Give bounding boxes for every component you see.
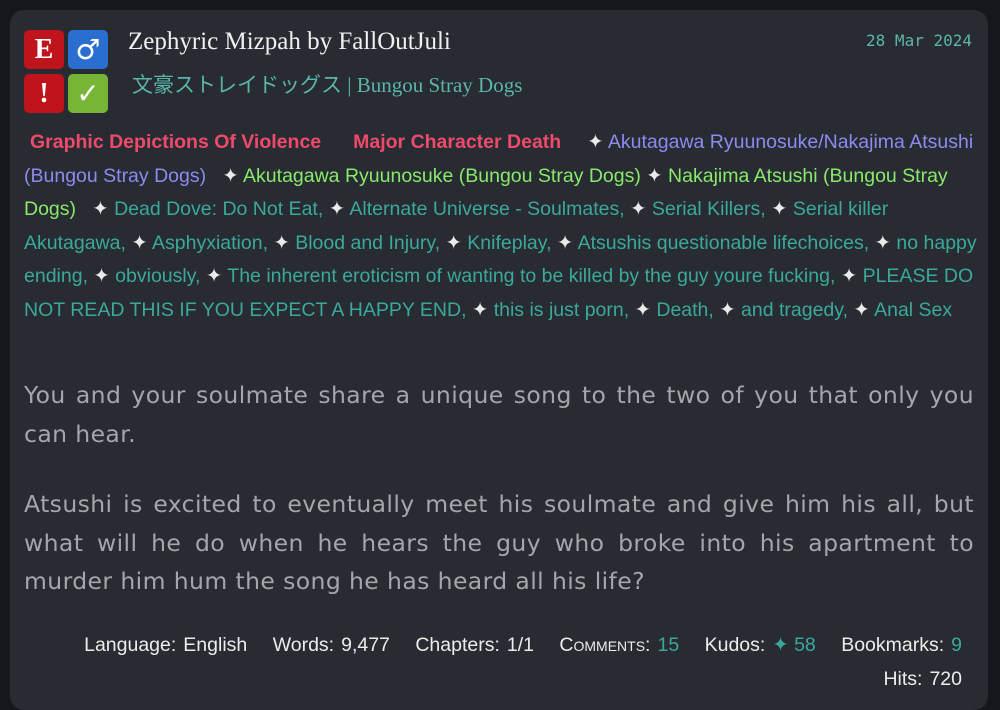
- kudos-link[interactable]: ✦ 58: [772, 634, 815, 656]
- star-icon: ✦: [273, 231, 290, 254]
- star-icon: ✦: [840, 265, 858, 287]
- tag-separator: ,: [262, 231, 269, 254]
- star-icon: ✦: [328, 198, 346, 220]
- stat-label: Words:: [272, 634, 335, 656]
- stat-value: 720: [929, 668, 962, 690]
- freeform-tag[interactable]: Asphyxiation: [152, 232, 263, 254]
- stat-value: 9,477: [341, 634, 390, 656]
- summary-paragraph: You and your soulmate share a unique son…: [24, 381, 974, 448]
- star-icon: ✦: [92, 198, 109, 220]
- stat-label: Kudos:: [704, 634, 766, 656]
- stat-label: Hits:: [883, 668, 923, 690]
- star-icon: ✦: [471, 298, 489, 321]
- freeform-tag[interactable]: Serial Killers: [652, 198, 760, 220]
- tag-separator: ,: [546, 231, 552, 254]
- summary-paragraph: Atsushi is excited to eventually meet hi…: [24, 490, 974, 595]
- tag-separator: ,: [195, 265, 201, 287]
- published-date: 28 Mar 2024: [866, 31, 972, 50]
- required-tags: E ♂ ! ✓: [24, 30, 110, 116]
- freeform-tag[interactable]: Atsushis questionable lifechoices: [578, 232, 864, 254]
- star-icon: ✦: [93, 265, 110, 287]
- tag-separator: ,: [842, 298, 848, 321]
- star-icon: ✦: [587, 131, 604, 153]
- rating-explicit-icon[interactable]: E: [24, 30, 64, 69]
- stat-comments: Comments: 15: [559, 628, 679, 662]
- star-icon: ✦: [222, 164, 239, 187]
- star-icon: ✦: [771, 198, 788, 220]
- stat-chapters: Chapters: 1/1: [415, 628, 534, 662]
- star-icon: ✦: [853, 298, 870, 321]
- warning-tag[interactable]: Graphic Depictions Of Violence: [30, 131, 321, 153]
- star-icon: ✦: [874, 231, 891, 254]
- comments-link[interactable]: 15: [657, 634, 679, 656]
- star-icon: ✦: [634, 298, 651, 321]
- freeform-tag[interactable]: Blood and Injury: [295, 232, 434, 254]
- tag-separator: ,: [434, 231, 441, 254]
- tag-separator: ,: [120, 231, 126, 254]
- tag-separator: ,: [623, 298, 630, 321]
- stat-label: Chapters:: [415, 634, 500, 656]
- freeform-tag[interactable]: The inherent eroticism of wanting to be …: [227, 265, 830, 287]
- freeform-tag[interactable]: obviously: [115, 265, 195, 287]
- stat-kudos: Kudos: ✦ 58: [705, 628, 816, 662]
- freeform-tag[interactable]: Knifeplay: [467, 232, 546, 254]
- freeform-tag[interactable]: Death: [656, 299, 708, 321]
- freeform-tag[interactable]: Alternate Universe - Soulmates: [349, 198, 619, 220]
- stat-value: 1/1: [506, 634, 534, 656]
- star-icon: ✦: [719, 298, 736, 321]
- tag-list: Graphic Depictions Of Violence Major Char…: [24, 126, 979, 327]
- stat-label: Comments:: [559, 634, 651, 656]
- stat-label: Bookmarks:: [841, 634, 945, 656]
- star-icon: ✦: [445, 231, 462, 254]
- character-tag[interactable]: Akutagawa Ryuunosuke (Bungou Stray Dogs): [243, 165, 641, 187]
- stat-bookmarks: Bookmarks: 9: [841, 628, 962, 662]
- bookmarks-link[interactable]: 9: [951, 634, 962, 656]
- stat-value: English: [183, 634, 248, 656]
- complete-check-icon[interactable]: ✓: [68, 74, 108, 113]
- star-icon: ✦: [205, 265, 223, 287]
- stat-words: Words: 9,477: [273, 628, 390, 662]
- tag-separator: ,: [760, 198, 766, 220]
- stat-label: Language:: [84, 634, 177, 656]
- warning-icon[interactable]: !: [24, 74, 64, 113]
- tag-separator: ,: [708, 298, 714, 321]
- fandom-link[interactable]: 文豪ストレイドッグス | Bungou Stray Dogs: [132, 69, 522, 99]
- freeform-tag[interactable]: and tragedy: [741, 299, 843, 321]
- work-title[interactable]: Zephyric Mizpah by FallOutJuli: [128, 28, 451, 56]
- work-summary: You and your soulmate share a unique son…: [24, 376, 974, 633]
- star-icon: ✦: [630, 198, 647, 220]
- warning-tag[interactable]: Major Character Death: [353, 131, 561, 153]
- star-icon: ✦: [556, 231, 574, 254]
- star-icon: ✦: [646, 164, 663, 187]
- stat-language: Language: English: [84, 628, 247, 662]
- freeform-tag[interactable]: this is just porn: [494, 299, 624, 321]
- tag-separator: ,: [461, 298, 467, 321]
- stat-hits: Hits: 720: [883, 662, 962, 696]
- star-icon: ✦: [131, 231, 148, 254]
- category-mm-icon[interactable]: ♂: [68, 30, 108, 69]
- freeform-tag[interactable]: Anal Sex: [874, 299, 952, 321]
- tag-separator: ,: [619, 198, 625, 220]
- tag-separator: ,: [863, 231, 870, 254]
- tag-separator: ,: [829, 265, 836, 287]
- freeform-tag[interactable]: Dead Dove: Do Not Eat: [114, 198, 318, 220]
- tag-separator: ,: [82, 265, 88, 287]
- work-stats: Language: English Words: 9,477 Chapters: 1/…: [22, 628, 962, 696]
- tag-separator: ,: [317, 198, 324, 220]
